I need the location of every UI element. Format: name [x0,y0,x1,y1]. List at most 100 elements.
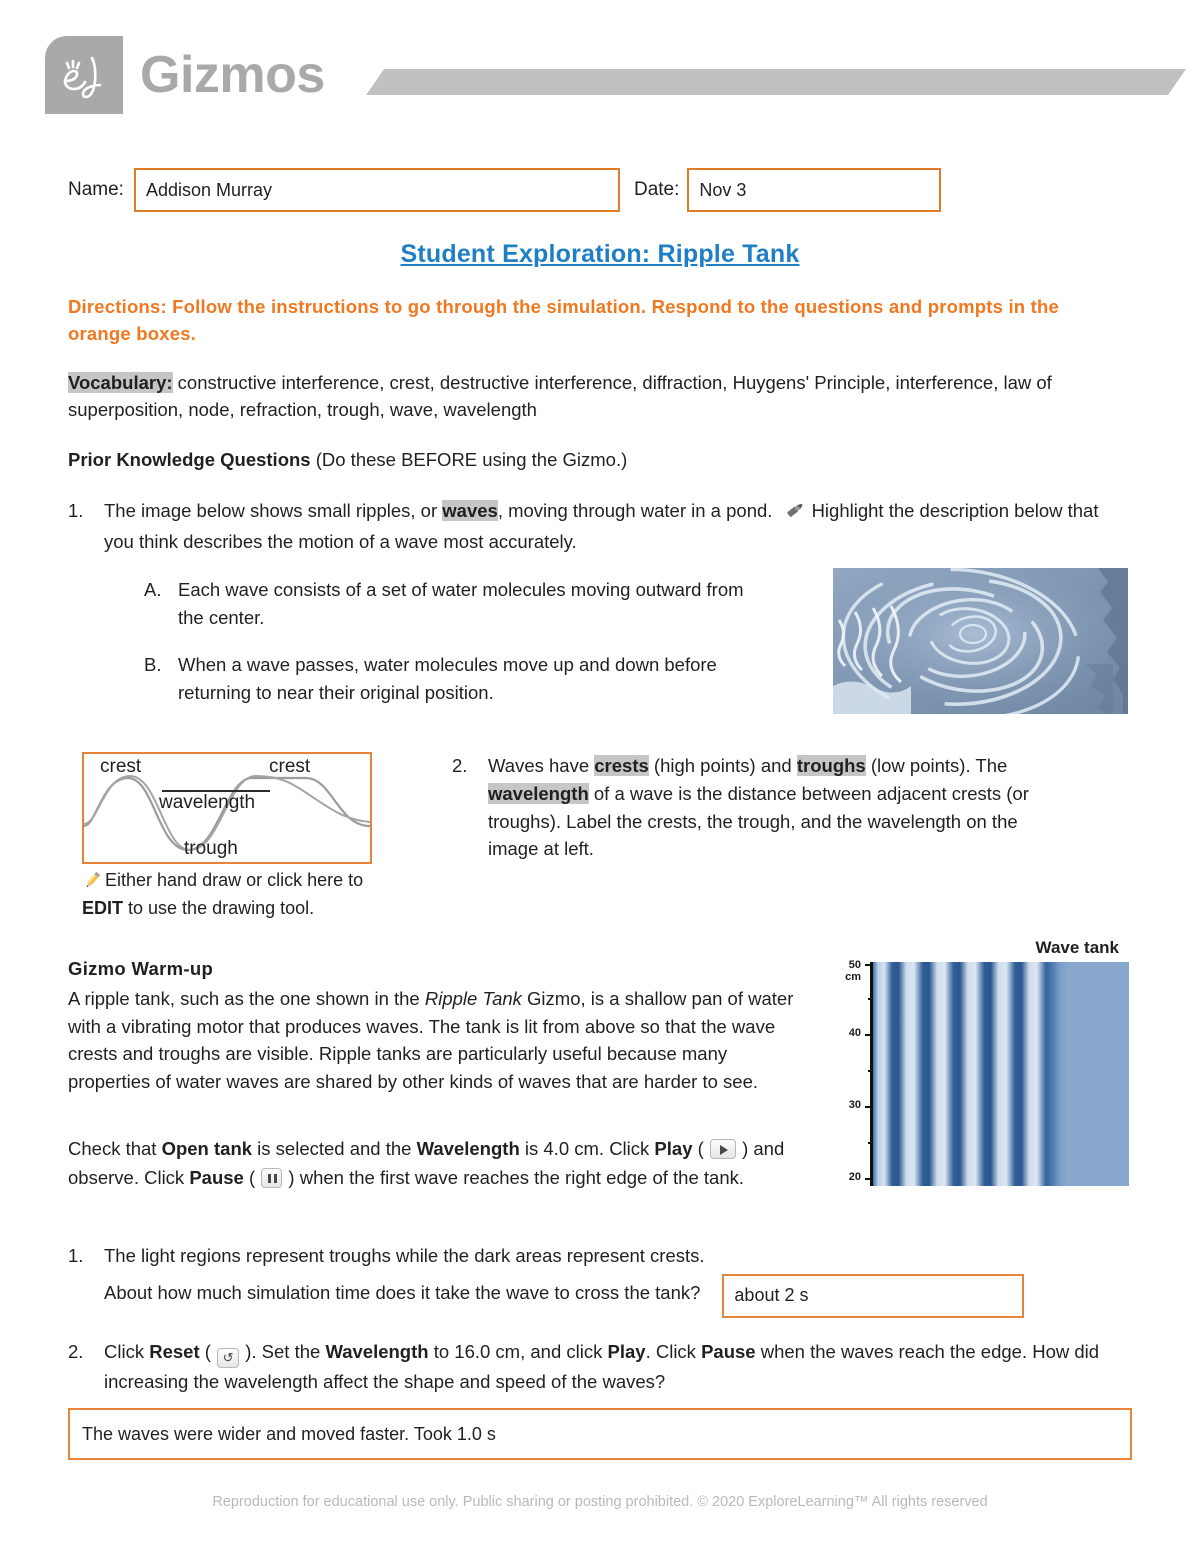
highlighter-icon [784,500,806,528]
page-footer: Reproduction for educational use only. P… [212,1494,988,1510]
choice-a-text: Each wave consists of a set of water mol… [178,578,744,628]
question-3-block: 1. The light regions represent troughs w… [68,1242,1132,1318]
q4-s3: ). Set the [240,1341,326,1362]
choice-a-letter: A. [144,578,162,600]
play-icon[interactable] [709,1139,736,1159]
gizmos-logo-text: Gizmos [140,46,325,104]
q4-s5: . Click [645,1341,702,1362]
question-2-term-wavelength: wavelength [488,782,589,804]
pond-ripple-image [833,568,1128,714]
question-3-sub: About how much simulation time does it t… [68,1273,1132,1318]
q4-s1: Click [104,1341,150,1362]
vocabulary-label: Vocabulary: [68,371,173,393]
check-s1: Check that [68,1138,162,1159]
choice-b-letter: B. [144,654,162,676]
date-input[interactable]: Nov 3 [687,168,942,212]
open-tank-term: Open tank [161,1138,253,1159]
axis-tick-major-30 [865,1106,873,1108]
edit-instruction-text-b: to use the drawing tool. [123,898,315,919]
axis-tick-major-20 [865,1178,873,1180]
prior-knowledge-heading: Prior Knowledge Questions (Do these BEFO… [68,449,1132,471]
edit-instruction-text-a: Either hand draw or click here to [105,870,364,890]
question-1-text-b: , moving through water in a pond. [497,500,773,522]
page-title: Student Exploration: Ripple Tank [400,240,800,268]
name-input[interactable]: Addison Murray [133,168,620,212]
question-1-text-a: The image below shows small ripples, or [104,500,443,522]
gizmo-warmup-heading: Gizmo Warm-up [68,958,214,979]
question-2-p1: Waves have [488,755,595,776]
gizmos-logo-mark [45,36,123,114]
question-2-term-crests: crests [594,755,649,776]
wavelength-term: Wavelength [416,1138,520,1159]
choice-b[interactable]: B. When a wave passes, water molecules m… [144,651,764,707]
question-1: 1. The image below shows small ripples, … [68,497,1132,556]
wave-diagram-block: crest crest wavelength trough Either han… [82,752,372,920]
q4-s4: to 16.0 cm, and click [428,1341,608,1362]
axis-label-50: 50 cm [845,959,861,983]
q4-play-term: Play [607,1341,646,1362]
vocabulary-block: Vocabulary: constructive interference, c… [68,370,1068,424]
q4-s2: ( [199,1341,217,1362]
label-crest-left: crest [100,756,142,777]
question-3-number: 1. [68,1245,84,1266]
warmup-gizmo-name: Ripple Tank [424,987,522,1009]
question-1-number: 1. [68,500,84,522]
question-3: 1. The light regions represent troughs w… [68,1242,1132,1270]
pause-icon[interactable] [261,1167,283,1188]
warmup-p1: A ripple tank, such as the one shown in … [68,987,425,1009]
wave-tank-figure: Wave tank 50 cm 40 30 20 [833,938,1129,1186]
play-term: Play [654,1138,693,1159]
edit-instruction: Either hand draw or click here to EDIT t… [82,868,372,920]
wave-tank-water [873,962,1129,1186]
check-s4: ( [692,1138,709,1159]
label-trough: trough [184,838,238,859]
axis-unit: cm [845,970,861,983]
wave-tank-body: 50 cm 40 30 20 [833,959,1129,1186]
question-2-body: Waves have crests (high points) and trou… [488,752,1072,863]
prior-knowledge-note: (Do these BEFORE using the Gizmo.) [310,449,628,471]
check-instruction-paragraph: Check that Open tank is selected and the… [68,1135,808,1193]
reset-term: Reset [149,1341,200,1362]
question-4: 2. Click Reset ( ↺ ). Set the Wavelength… [68,1338,1132,1396]
axis-label-40: 40 [848,1027,861,1039]
vocabulary-terms: constructive interference, crest, destru… [68,371,1052,420]
check-s2: is selected and the [252,1138,417,1159]
pause-term: Pause [189,1166,244,1188]
question-2: 2. Waves have crests (high points) and t… [452,752,1072,863]
wave-tank-axis: 50 cm 40 30 20 [833,959,873,1186]
question-4-number: 2. [68,1341,84,1362]
header-decor-bar [366,69,1186,95]
directions-text: Directions: Follow the instructions to g… [68,296,1059,345]
wave-tank-title: Wave tank [1035,938,1119,957]
question-2-p2: (high points) and [648,755,797,776]
question-2-number: 2. [452,755,468,776]
q4-pause-term: Pause [701,1341,756,1362]
question-2-term-troughs: troughs [796,755,866,776]
name-label: Name: [68,179,124,200]
page-header: Gizmos [0,0,1200,120]
axis-label-20: 20 [848,1171,861,1183]
gizmo-warmup-paragraph: A ripple tank, such as the one shown in … [68,985,808,1096]
question-3-answer-box[interactable]: about 2 s [722,1273,1025,1318]
pencil-icon [82,870,102,896]
reset-icon[interactable]: ↺ [217,1348,240,1368]
q4-wavelength-term: Wavelength [325,1341,429,1362]
axis-label-50-value: 50 [848,959,861,971]
wave-diagram[interactable]: crest crest wavelength trough [82,752,372,864]
question-1-term: waves [442,500,498,522]
check-s7: ) when the first wave reaches the right … [283,1166,744,1188]
check-s6: ( [243,1166,261,1188]
label-crest-right: crest [269,756,311,777]
axis-label-30: 30 [848,1099,861,1111]
axis-tick-major-50 [865,964,873,966]
label-wavelength: wavelength [159,792,256,813]
date-label: Date: [633,179,680,200]
edit-keyword: EDIT [82,898,124,919]
prior-knowledge-title: Prior Knowledge Questions [68,449,311,471]
name-date-row: Name: Addison Murray Date: Nov 3 [68,168,1132,212]
question-4-answer-box[interactable]: The waves were wider and moved faster. T… [68,1408,1132,1460]
question-2-p3: (low points). The [865,755,1008,776]
choice-a[interactable]: A. Each wave consists of a set of water … [144,576,764,632]
question-3-sub-text: About how much simulation time does it t… [104,1281,701,1303]
gizmo-warmup-section: Gizmo Warm-up A ripple tank, such as the… [68,955,808,1096]
